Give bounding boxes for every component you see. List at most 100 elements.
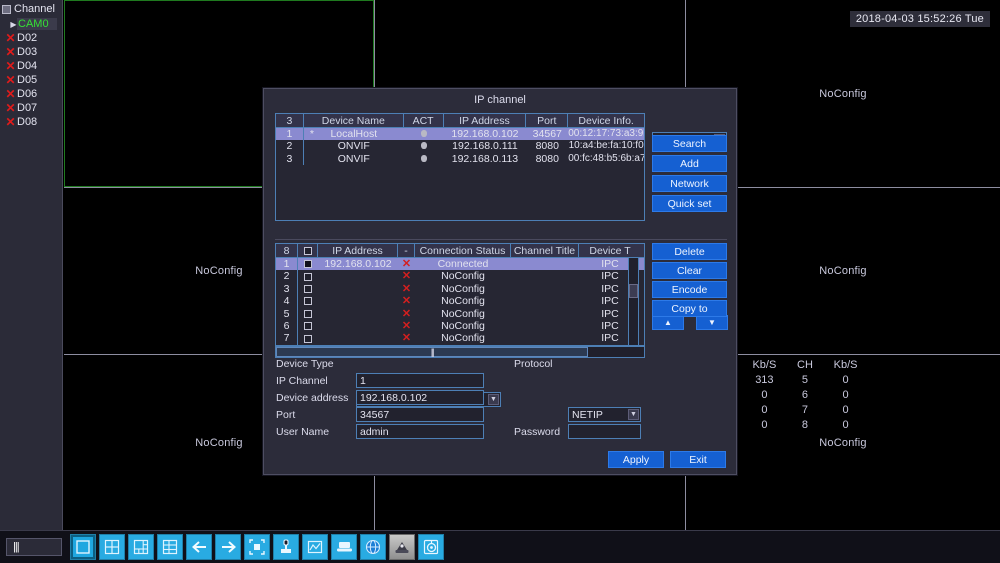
row-checkbox[interactable] [298, 283, 318, 295]
row-checkbox[interactable] [298, 295, 318, 307]
add-button[interactable]: Add [652, 155, 727, 172]
system-status-indicator[interactable]: ||| [6, 538, 62, 556]
row-index: 6 [276, 319, 298, 333]
row-delete-marker[interactable]: ✕ [398, 308, 415, 320]
nine-view-icon[interactable] [157, 534, 183, 560]
device-address-input[interactable]: 192.168.0.102 [356, 390, 484, 405]
channel-item-cam0[interactable]: ▶ CAM0 [0, 17, 62, 31]
apply-button[interactable]: Apply [608, 451, 664, 468]
channel-item-d08[interactable]: ✕ D08 [0, 115, 62, 129]
channel-tree-header: Channel [0, 2, 62, 17]
chevron-down-icon[interactable]: ▼ [488, 394, 499, 405]
channel-config-row[interactable]: 5 ✕ NoConfig IPC [276, 307, 644, 320]
stats-header-cell: Kb/S [752, 358, 777, 371]
password-input[interactable] [568, 424, 641, 439]
quick-set-button[interactable]: Quick set [652, 195, 727, 212]
stats-cell: 0 [842, 418, 849, 431]
column-connection-status: Connection Status [415, 243, 511, 258]
row-delete-marker[interactable]: ✕ [398, 283, 415, 295]
row-delete-marker[interactable]: ✕ [398, 332, 415, 344]
exit-button[interactable]: Exit [670, 451, 726, 468]
config-table-horizontal-scrollbar[interactable]: ||| [275, 346, 645, 358]
red-x-icon: ✕ [401, 258, 412, 270]
row-index: 1 [276, 128, 304, 141]
clear-button[interactable]: Clear [652, 262, 727, 279]
channel-config-row[interactable]: 6 ✕ NoConfig IPC [276, 319, 644, 333]
row-checkbox[interactable] [298, 258, 318, 270]
user-name-label: User Name [276, 426, 330, 438]
row-channel-title [511, 270, 579, 282]
channel-item-d05[interactable]: ✕ D05 [0, 73, 62, 87]
prev-arrow-icon[interactable] [186, 534, 212, 560]
red-x-icon: ✕ [401, 295, 412, 308]
channel-config-row[interactable]: 7 ✕ NoConfig IPC [276, 332, 644, 345]
channel-config-table[interactable]: 8 IP Address - Connection Status Channel… [275, 243, 645, 346]
row-checkbox[interactable] [298, 308, 318, 320]
column-device-type: Device T [589, 244, 631, 257]
encode-button[interactable]: Encode [652, 281, 727, 298]
copy-to-button[interactable]: Copy to [652, 300, 727, 317]
row-delete-marker[interactable]: ✕ [398, 295, 415, 307]
channel-config-row[interactable]: 3 ✕ NoConfig IPC [276, 282, 644, 296]
search-button[interactable]: Search [652, 135, 727, 152]
column-channel-title: Channel Title [511, 243, 579, 258]
protocol-select[interactable]: NETIP ▼ [568, 407, 641, 422]
alarm-output-icon[interactable] [389, 534, 415, 560]
device-search-row[interactable]: 1 * LocalHost 192.168.0.102 34567 00:12:17:73… [276, 128, 644, 141]
next-arrow-icon[interactable] [215, 534, 241, 560]
channel-config-row[interactable]: 1 192.168.0.102 ✕ Connected IPC [276, 258, 644, 271]
collapse-box-icon[interactable] [2, 4, 11, 14]
device-search-row[interactable]: 2 ONVIF 192.168.0.111 8080 10:a4:be:fa:10:f0 [276, 140, 644, 153]
move-up-button[interactable]: ▲ [652, 315, 684, 330]
chevron-down-icon[interactable]: ▼ [628, 409, 639, 420]
row-ip-address [318, 332, 398, 344]
channel-config-row[interactable]: 4 ✕ NoConfig IPC [276, 295, 644, 308]
user-name-input[interactable]: admin [356, 424, 484, 439]
channel-item-d07[interactable]: ✕ D07 [0, 101, 62, 115]
quad-view-icon[interactable] [99, 534, 125, 560]
port-input[interactable]: 34567 [356, 407, 484, 422]
single-view-icon[interactable] [70, 534, 96, 560]
row-index: 2 [276, 140, 304, 153]
row-delete-marker[interactable]: ✕ [398, 258, 415, 270]
column-device-info: Device Info. [578, 114, 634, 127]
row-checkbox[interactable] [298, 332, 318, 344]
row-channel-title [511, 283, 579, 295]
main-menu-icon[interactable] [418, 534, 444, 560]
scrollbar-thumb[interactable] [629, 284, 638, 298]
channel-item-d04[interactable]: ✕ D04 [0, 59, 62, 73]
network-globe-icon[interactable] [360, 534, 386, 560]
row-ip-address [318, 295, 398, 307]
red-x-icon: ✕ [401, 332, 412, 345]
channel-item-d03[interactable]: ✕ D03 [0, 45, 62, 59]
row-checkbox[interactable] [298, 270, 318, 282]
device-search-table[interactable]: 3 Device Name ACT IP Address Port Device… [275, 113, 645, 221]
row-device-name: ONVIF [337, 140, 370, 153]
stats-cell: 0 [761, 403, 768, 416]
channel-item-d02[interactable]: ✕ D02 [0, 31, 62, 45]
device-search-row[interactable]: 3 ONVIF 192.168.0.113 8080 00:fc:48:b5:6b:a7 [276, 152, 644, 166]
channel-item-d06[interactable]: ✕ D06 [0, 87, 62, 101]
device-search-table-header: 3 Device Name ACT IP Address Port Device… [276, 113, 644, 128]
eight-view-icon[interactable] [128, 534, 154, 560]
config-table-vertical-scrollbar[interactable] [628, 257, 639, 346]
row-connection-status: NoConfig [441, 332, 485, 345]
ptz-zoom-icon[interactable] [244, 534, 270, 560]
protocol-label: Protocol [514, 358, 553, 370]
row-device-info: 10:a4:be:fa:10:f0 [568, 140, 644, 152]
playback-icon[interactable] [331, 534, 357, 560]
row-delete-marker[interactable]: ✕ [398, 320, 415, 332]
row-delete-marker[interactable]: ✕ [398, 270, 415, 282]
scrollbar-thumb[interactable]: ||| [276, 347, 588, 357]
move-down-button[interactable]: ▼ [696, 315, 728, 330]
ip-channel-input[interactable]: 1 [356, 373, 484, 388]
column-select-all[interactable] [298, 243, 318, 258]
channel-config-row[interactable]: 2 ✕ NoConfig IPC [276, 270, 644, 283]
color-adjust-icon[interactable] [273, 534, 299, 560]
row-checkbox[interactable] [298, 320, 318, 332]
row-device-name: * LocalHost [309, 128, 378, 140]
network-button[interactable]: Network [652, 175, 727, 192]
delete-button[interactable]: Delete [652, 243, 727, 260]
record-graph-icon[interactable] [302, 534, 328, 560]
red-x-icon: ✕ [401, 282, 412, 295]
